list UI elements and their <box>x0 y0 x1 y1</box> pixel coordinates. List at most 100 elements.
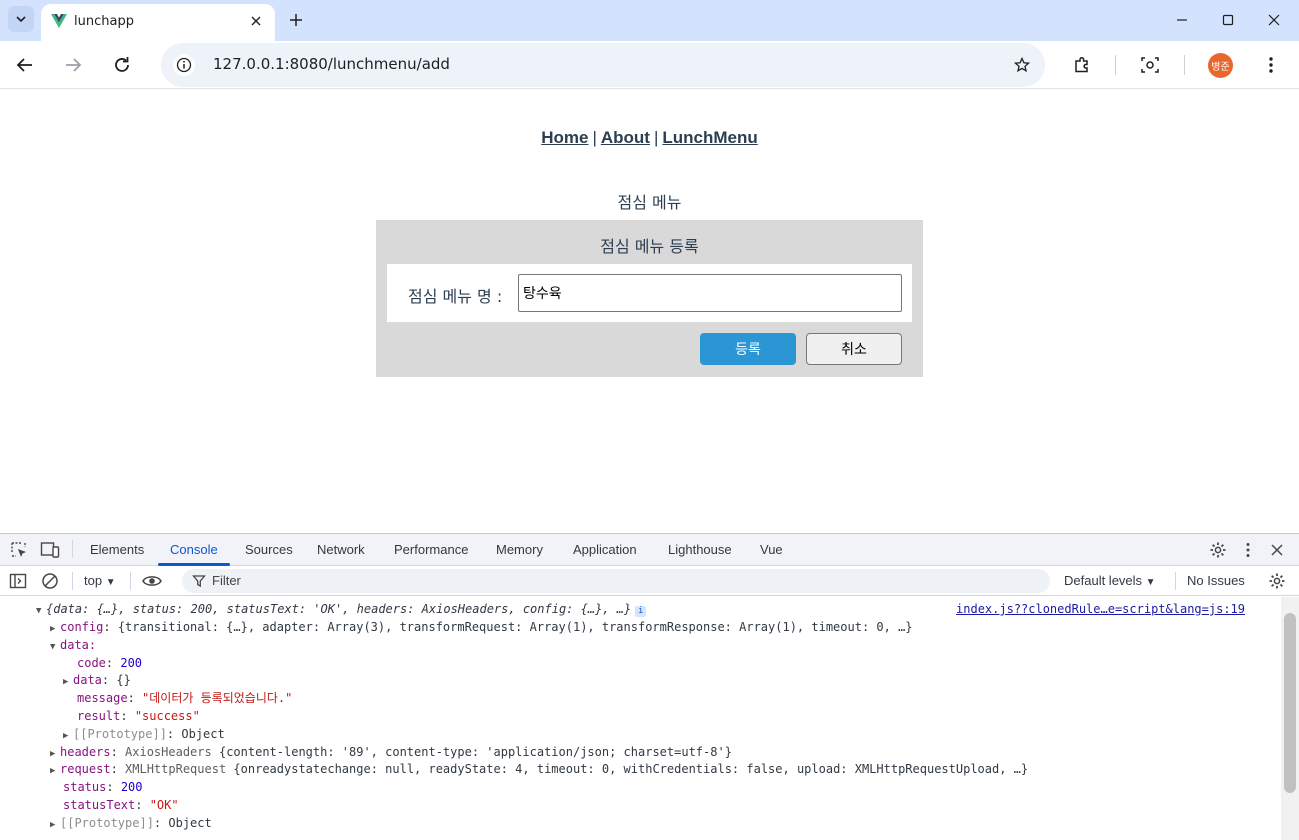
extensions-button[interactable] <box>1068 51 1096 79</box>
console-settings-button[interactable] <box>1267 571 1287 591</box>
scrollbar-thumb[interactable] <box>1284 613 1296 793</box>
tree-row-data[interactable]: ▼ data: <box>50 637 96 657</box>
lunch-menu-form: 점심 메뉴 등록 점심 메뉴 명 : 등록 취소 <box>376 220 923 377</box>
tab-network[interactable]: Network <box>317 542 365 557</box>
toolbar-separator <box>1175 572 1176 590</box>
new-tab-button[interactable] <box>284 8 308 32</box>
browser-tab[interactable]: lunchapp <box>41 4 275 41</box>
tree-row-config[interactable]: ▶ config: {transitional: {…}, adapter: Ar… <box>50 619 913 639</box>
context-value: top <box>84 573 103 588</box>
screenshot-button[interactable] <box>1136 51 1164 79</box>
devtools-tab-bar: Elements Console Sources Network Perform… <box>0 534 1299 566</box>
profile-avatar[interactable]: 병준 <box>1208 53 1233 78</box>
bookmark-button[interactable] <box>1011 54 1033 76</box>
request-type: XMLHttpRequest <box>125 762 227 776</box>
nav-link-home[interactable]: Home <box>541 128 588 147</box>
maximize-icon <box>1222 14 1234 26</box>
show-sidebar-button[interactable] <box>8 571 28 591</box>
collapsed-triangle-icon: ▶ <box>50 820 56 830</box>
tree-row-root-prototype[interactable]: ▶ [[Prototype]]: Object <box>50 815 212 835</box>
site-info-button[interactable] <box>173 54 195 76</box>
star-icon <box>1014 57 1030 73</box>
browser-window: lunchapp 127.0.0.1:8080/lunchmenu/add 병준… <box>0 0 1299 840</box>
tab-strip: lunchapp <box>0 0 1299 41</box>
page-title: 점심 메뉴 <box>617 193 682 212</box>
console-scrollbar[interactable] <box>1281 597 1299 840</box>
collapsed-triangle-icon: ▶ <box>50 766 56 776</box>
kebab-menu-icon <box>1246 543 1250 557</box>
maximize-button[interactable] <box>1214 8 1242 32</box>
source-link[interactable]: index.js??clonedRule…e=script&lang=js:19 <box>956 601 1245 619</box>
tab-lighthouse[interactable]: Lighthouse <box>668 542 732 557</box>
nav-link-lunchmenu[interactable]: LunchMenu <box>662 128 757 147</box>
address-bar[interactable]: 127.0.0.1:8080/lunchmenu/add <box>161 43 1045 87</box>
issues-counter[interactable]: No Issues <box>1187 573 1245 588</box>
browser-menu-button[interactable] <box>1257 51 1285 79</box>
info-icon <box>176 57 192 73</box>
config-value: {transitional: {…}, adapter: Array(3), t… <box>117 620 913 634</box>
toolbar-separator <box>130 572 131 590</box>
camera-scan-icon <box>1141 57 1159 73</box>
inspect-element-button[interactable] <box>9 540 29 560</box>
tab-application[interactable]: Application <box>573 542 637 557</box>
gear-icon <box>1210 542 1226 558</box>
vue-logo-icon <box>51 14 67 28</box>
tree-row-data-inner[interactable]: ▶ data: {} <box>63 672 131 692</box>
tab-console[interactable]: Console <box>170 542 218 557</box>
minimize-button[interactable] <box>1168 8 1196 32</box>
url-text[interactable]: 127.0.0.1:8080/lunchmenu/add <box>213 55 450 73</box>
puzzle-icon <box>1075 56 1088 73</box>
nav-link-about[interactable]: About <box>601 128 650 147</box>
kebab-menu-icon <box>1269 57 1273 73</box>
sidebar-icon <box>9 573 27 589</box>
filter-placeholder: Filter <box>212 573 241 588</box>
tab-sources[interactable]: Sources <box>245 542 293 557</box>
tree-row-request[interactable]: ▶ request: XMLHttpRequest {onreadystatech… <box>50 761 1028 781</box>
reload-button[interactable] <box>108 51 136 79</box>
live-expression-button[interactable] <box>142 571 162 591</box>
menu-name-input[interactable] <box>518 274 902 312</box>
form-title: 점심 메뉴 등록 <box>600 237 699 256</box>
expanded-triangle-icon: ▼ <box>36 606 42 616</box>
console-filter-bar: top ▼ Filter Default levels ▼ No Issues <box>0 566 1299 596</box>
tab-performance[interactable]: Performance <box>394 542 468 557</box>
console-filter-input[interactable]: Filter <box>182 569 1050 593</box>
forward-button[interactable] <box>59 51 87 79</box>
close-window-button[interactable] <box>1260 8 1288 32</box>
close-icon <box>251 16 261 26</box>
tab-close-button[interactable] <box>247 12 265 30</box>
toolbar-separator <box>72 572 73 590</box>
tab-search-button[interactable] <box>8 6 34 32</box>
menu-name-label: 점심 메뉴 명 : <box>408 287 503 306</box>
message-value: "데이터가 등록되었습니다." <box>142 691 293 705</box>
form-row: 점심 메뉴 명 : <box>387 264 912 322</box>
site-nav: Home | About | LunchMenu <box>0 128 1299 148</box>
arrow-left-icon <box>16 58 32 72</box>
submit-button[interactable]: 등록 <box>700 333 796 365</box>
back-button[interactable] <box>11 51 39 79</box>
clear-icon <box>42 573 58 589</box>
cancel-button[interactable]: 취소 <box>806 333 902 365</box>
nav-separator: | <box>592 128 597 147</box>
context-selector[interactable]: top ▼ <box>84 573 116 588</box>
prototype-value: Object <box>181 727 225 741</box>
log-summary-row[interactable]: ▼ {data: {…}, status: 200, statusText: 'O… <box>36 601 1245 621</box>
code-value: 200 <box>120 656 143 670</box>
tab-vue[interactable]: Vue <box>760 542 783 557</box>
log-summary: {data: {…}, status: 200, statusText: 'OK… <box>46 602 632 616</box>
log-levels-dropdown[interactable]: Default levels ▼ <box>1064 573 1156 588</box>
close-icon <box>1268 14 1280 26</box>
devtools-menu-button[interactable] <box>1238 540 1258 560</box>
tree-row-prototype[interactable]: ▶ [[Prototype]]: Object <box>63 726 225 746</box>
devtools-settings-button[interactable] <box>1208 540 1228 560</box>
nav-separator: | <box>653 128 659 147</box>
close-icon <box>1271 544 1283 556</box>
tab-elements[interactable]: Elements <box>90 542 144 557</box>
device-toolbar-button[interactable] <box>40 540 60 560</box>
devtools-close-button[interactable] <box>1267 540 1287 560</box>
clear-console-button[interactable] <box>40 571 60 591</box>
caret-down-icon: ▼ <box>105 577 116 588</box>
status-value: 200 <box>120 780 143 794</box>
tab-memory[interactable]: Memory <box>496 542 543 557</box>
info-badge-icon: i <box>635 606 647 617</box>
